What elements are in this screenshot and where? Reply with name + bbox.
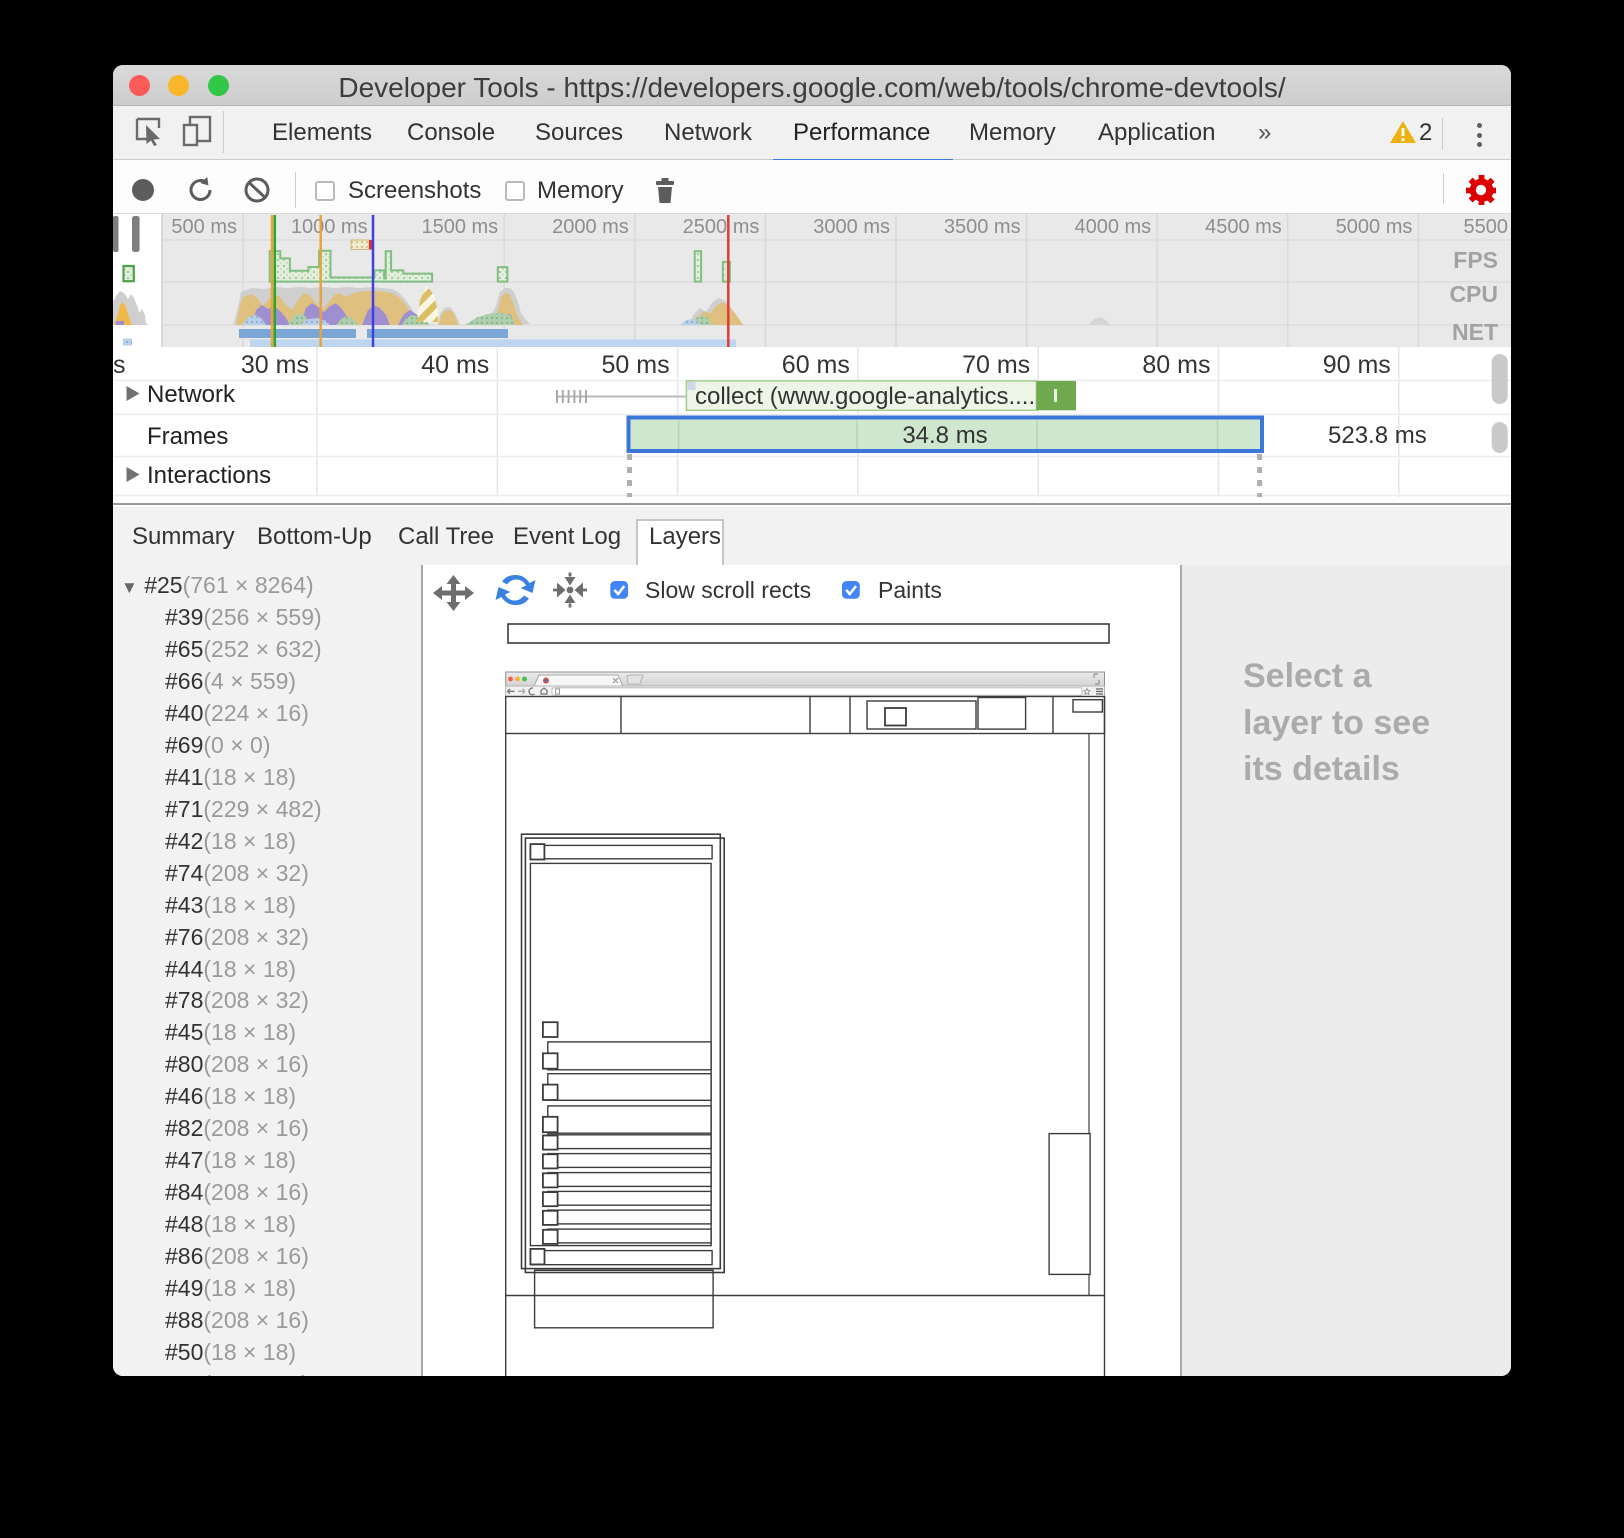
svg-text:70 ms: 70 ms (962, 351, 1030, 379)
svg-text:Paints: Paints (878, 577, 942, 603)
svg-text:34.8 ms: 34.8 ms (902, 422, 987, 449)
svg-text:1000 ms: 1000 ms (291, 216, 368, 238)
svg-text:s: s (113, 351, 126, 379)
svg-text:Slow scroll rects: Slow scroll rects (645, 577, 811, 603)
svg-text:4000 ms: 4000 ms (1074, 216, 1151, 238)
svg-text:2500 ms: 2500 ms (683, 216, 760, 238)
svg-text:40 ms: 40 ms (421, 351, 489, 379)
svg-text:80 ms: 80 ms (1142, 351, 1210, 379)
svg-text:60 ms: 60 ms (782, 351, 850, 379)
svg-text:3500 ms: 3500 ms (944, 216, 1021, 238)
svg-text:NET: NET (1452, 319, 1498, 345)
svg-text:Interactions: Interactions (147, 462, 271, 489)
svg-text:FPS: FPS (1453, 247, 1498, 273)
svg-text:500 ms: 500 ms (171, 216, 237, 238)
svg-text:5500: 5500 (1464, 216, 1509, 238)
svg-text:2000 ms: 2000 ms (552, 216, 629, 238)
svg-text:3000 ms: 3000 ms (813, 216, 890, 238)
svg-text:collect (www.google-analytics.: collect (www.google-analytics.... (695, 383, 1035, 410)
svg-text:50 ms: 50 ms (602, 351, 670, 379)
svg-text:4500 ms: 4500 ms (1205, 216, 1282, 238)
svg-text:523.8 ms: 523.8 ms (1328, 422, 1427, 449)
svg-text:CPU: CPU (1449, 281, 1498, 307)
svg-text:5000 ms: 5000 ms (1336, 216, 1413, 238)
svg-text:1500 ms: 1500 ms (421, 216, 498, 238)
svg-text:90 ms: 90 ms (1323, 351, 1391, 379)
svg-text:30 ms: 30 ms (241, 351, 309, 379)
svg-text:Frames: Frames (147, 423, 228, 450)
svg-text:Network: Network (147, 381, 236, 408)
